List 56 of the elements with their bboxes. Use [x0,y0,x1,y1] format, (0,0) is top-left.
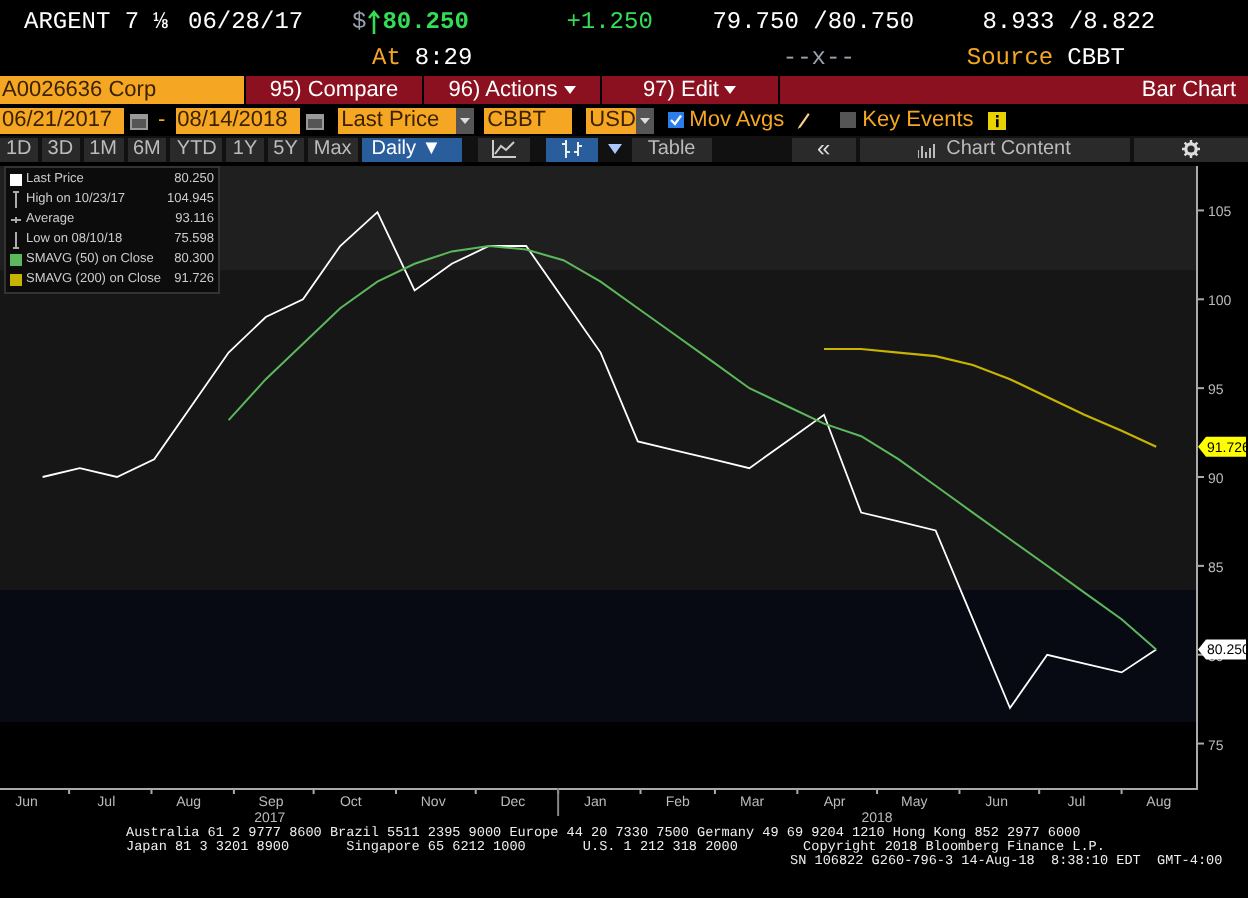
yields: 8.933 /8.822 [982,6,1156,38]
range-tab[interactable]: YTD [170,137,223,161]
trade-size: --x-- [782,42,857,74]
settings-button[interactable] [1133,137,1248,161]
range-tab[interactable]: 6M [127,137,167,161]
calendar-icon [305,111,324,129]
option-label: Mov Avgs [689,107,785,133]
option-label: Key Events [862,107,974,133]
checkbox[interactable] [840,112,857,128]
start-date-field[interactable]: 06/21/2017 [0,107,124,133]
caret-icon [459,117,470,123]
chart-content-button[interactable]: Chart Content [859,137,1130,161]
range-tab[interactable]: 1Y [226,137,264,161]
date-separator: - [156,107,168,133]
checkbox[interactable] [667,112,684,128]
chart-icon [918,141,939,157]
source-label: Source [966,42,1054,74]
quote-time: 8:29 [414,42,475,74]
currency-dropdown[interactable]: USD [585,107,654,133]
up-arrow-icon [368,10,381,34]
range-tab[interactable]: 5Y [267,137,304,161]
ohlc-bars-icon [559,140,584,158]
command-button[interactable]: 96) Actions [424,76,600,104]
settings-icon [1181,140,1200,158]
currency-symbol: $ [352,6,367,38]
period-dropdown[interactable]: Daily ▼ [361,137,462,161]
check-icon [669,114,682,126]
range-tab[interactable]: 3D [41,137,80,161]
last-price: 80.250 [382,6,471,38]
table-button[interactable]: Table [631,137,712,161]
collapse-button[interactable]: « [791,137,856,161]
range-tab[interactable]: Max [307,137,358,161]
quote-date: 06/28/17 [188,6,306,38]
field-dropdown[interactable]: Last Price [337,107,474,133]
command-button[interactable]: 95) Compare [246,76,422,104]
bid-ask: 79.750 /80.750 [712,6,917,38]
source-field[interactable]: CBBT [483,107,572,133]
low-marker-icon [10,230,22,250]
source-value: CBBT [1067,42,1125,74]
ticker-field[interactable]: A0026636 Corp [0,76,244,104]
calendar-icon [130,111,148,129]
high-marker-icon [10,190,22,210]
range-tab[interactable]: 1M [83,137,123,161]
line-chart-button[interactable] [477,137,530,161]
caret-icon [639,117,650,123]
range-tab[interactable]: 1D [0,137,38,161]
end-date-field[interactable]: 08/14/2018 [175,107,300,133]
time-label: At [372,42,401,74]
chart-type-title: Bar Chart [780,76,1248,104]
price-change: +1.250 [566,6,655,38]
line-chart-icon [491,140,516,158]
bar-chart-button[interactable] [545,137,598,161]
caret-icon [607,144,622,154]
security-name: ARGENT 7 ⅛ [24,6,171,38]
info-icon [987,111,1006,129]
command-button[interactable]: 97) Edit [602,76,778,104]
